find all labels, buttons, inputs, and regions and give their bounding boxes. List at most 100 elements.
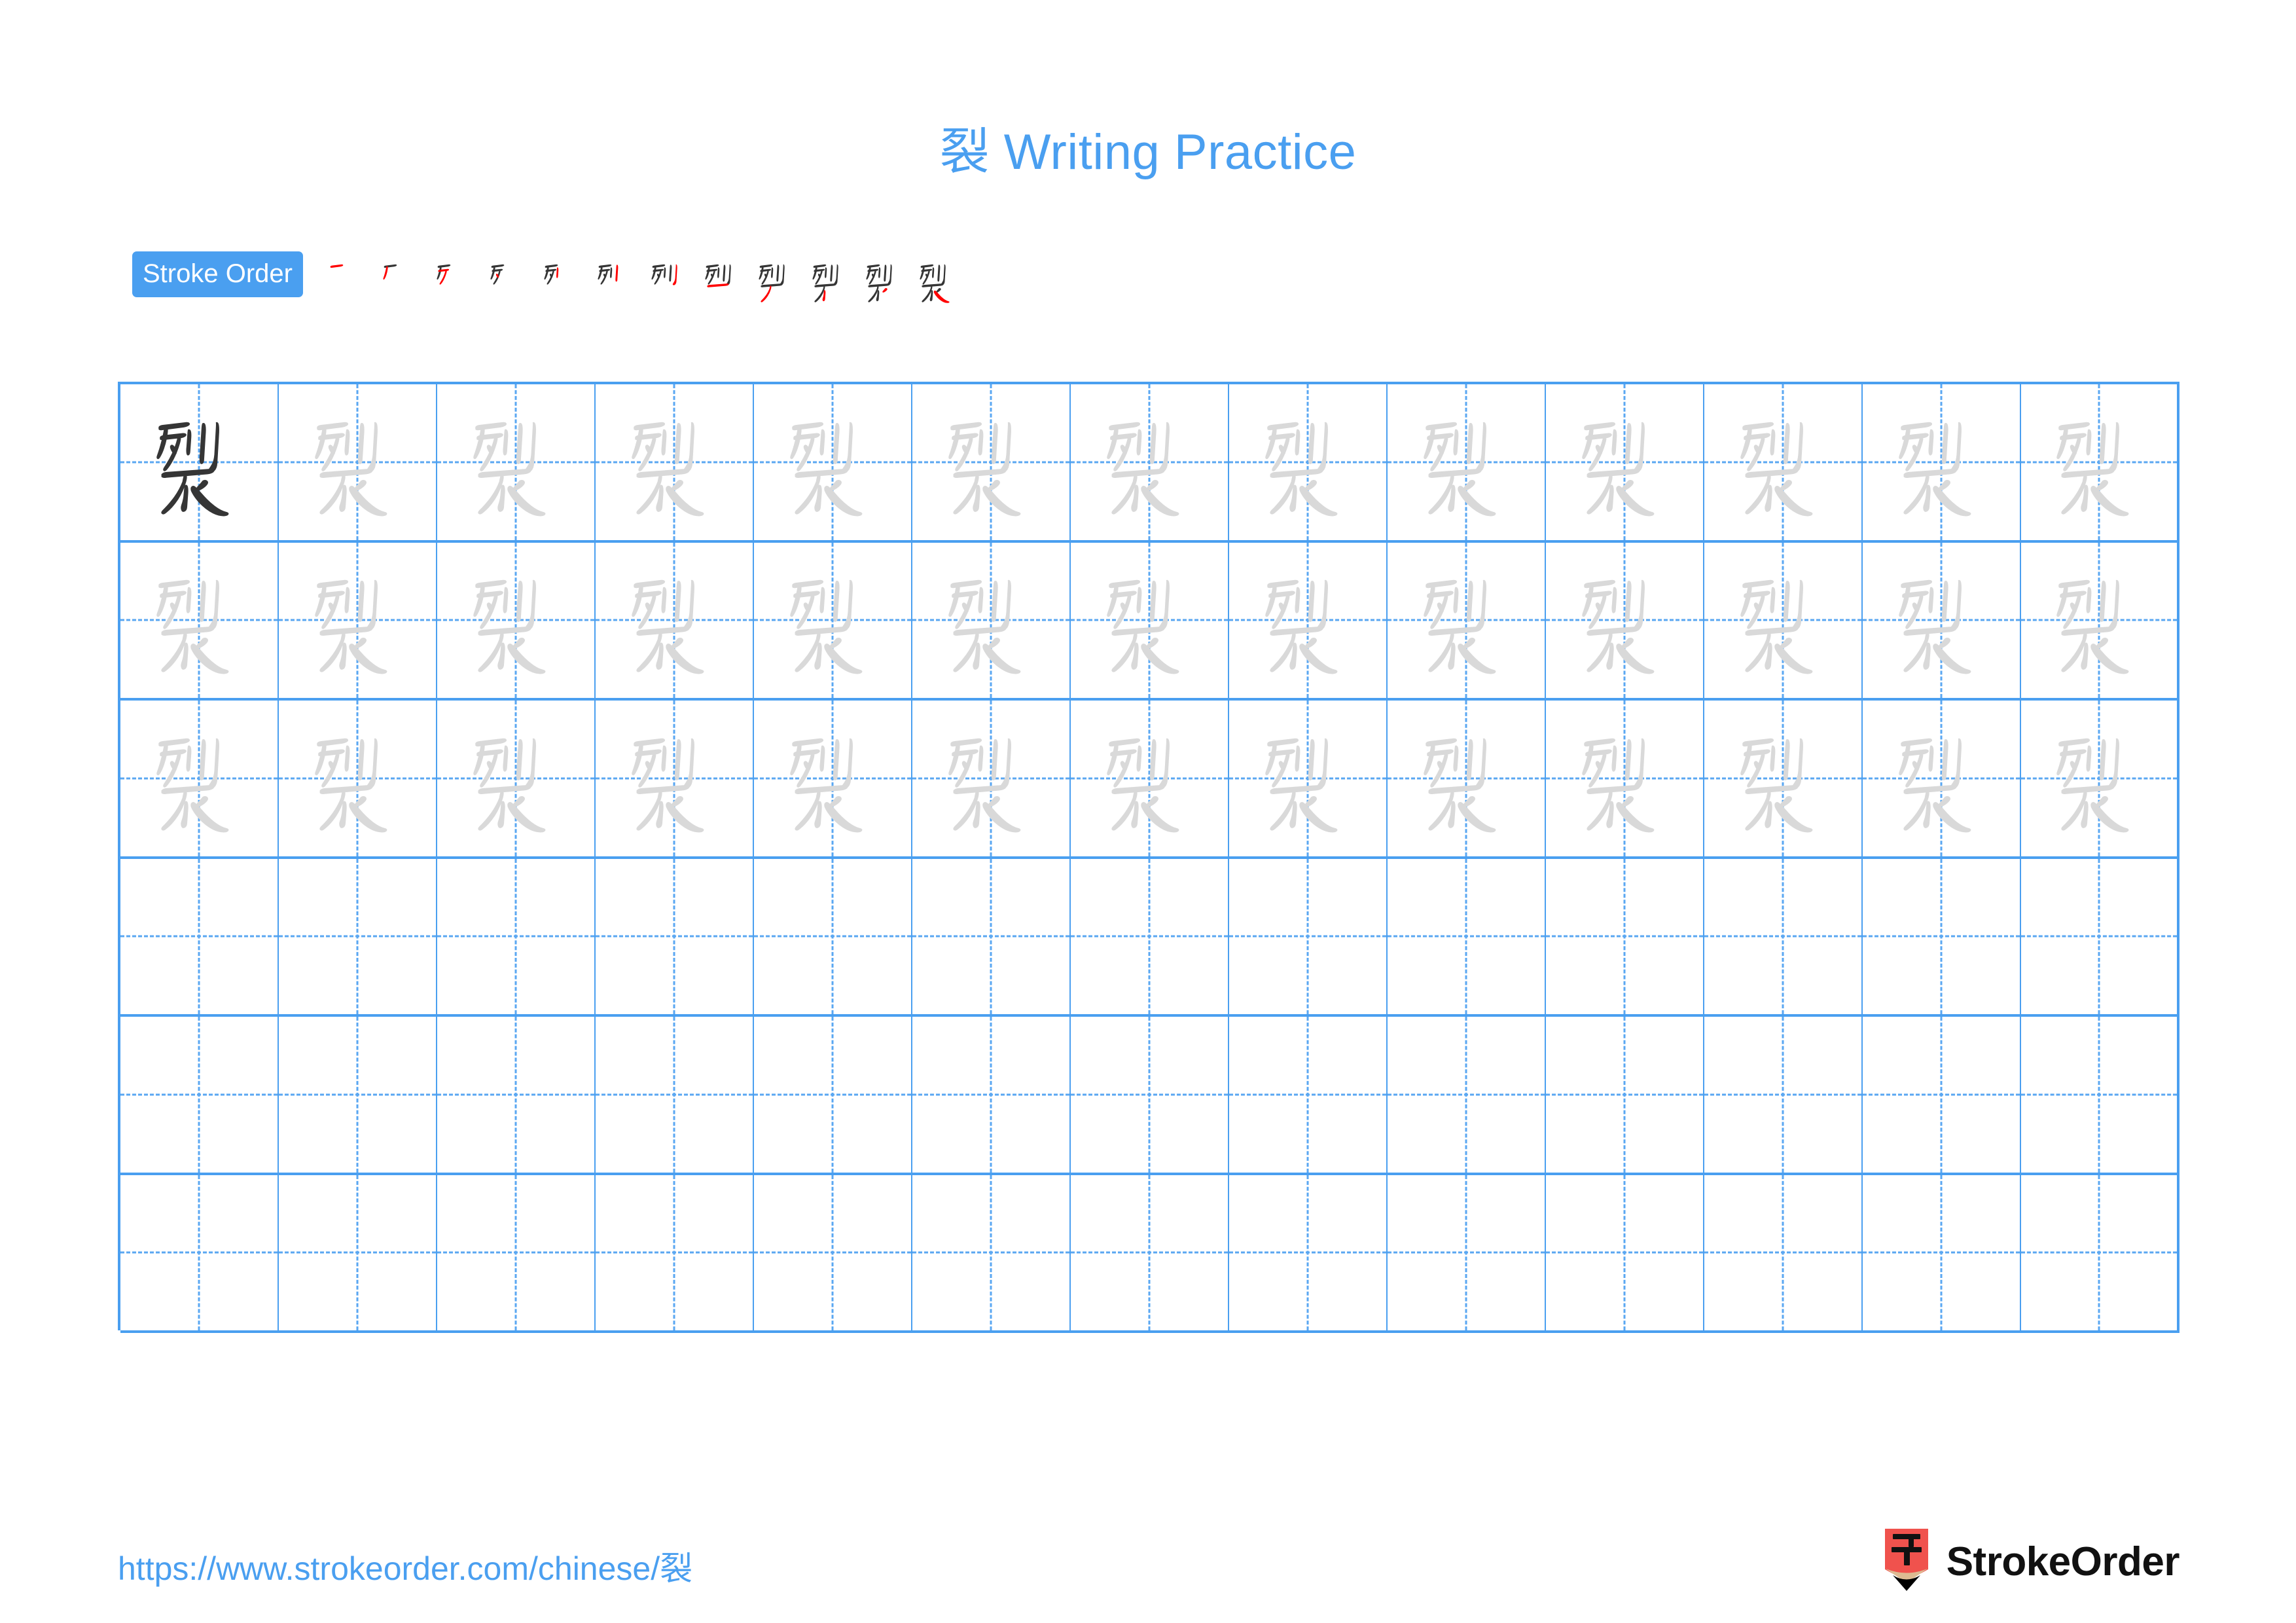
brand-name: StrokeOrder <box>1946 1539 2180 1584</box>
trace-character <box>1388 701 1545 856</box>
practice-grid-cell-trace[interactable] <box>2021 701 2179 856</box>
practice-grid-cell-trace[interactable] <box>1229 701 1388 856</box>
practice-grid-cell-empty[interactable] <box>1546 1017 1704 1173</box>
practice-grid-cell-empty[interactable] <box>1546 858 1704 1014</box>
footer-url[interactable]: https://www.strokeorder.com/chinese/裂 <box>118 1542 692 1590</box>
trace-character <box>279 701 436 856</box>
practice-grid-cell-empty[interactable] <box>596 858 754 1014</box>
practice-grid-cell-empty[interactable] <box>1071 1017 1229 1173</box>
practice-grid-cell-trace[interactable] <box>437 384 596 540</box>
practice-grid-cell-empty[interactable] <box>1863 1175 2021 1330</box>
practice-grid-cell-empty[interactable] <box>120 858 279 1014</box>
practice-grid-cell-trace[interactable] <box>1704 542 1863 699</box>
practice-grid-cell-empty[interactable] <box>754 1175 912 1330</box>
practice-grid-cell-dark[interactable] <box>120 384 279 540</box>
practice-grid-cell-empty[interactable] <box>596 1175 754 1330</box>
practice-grid-cell-trace[interactable] <box>912 542 1071 698</box>
stroke-step-9 <box>749 250 803 329</box>
stroke-step-4 <box>481 250 535 329</box>
practice-grid-cell-empty[interactable] <box>754 858 912 1014</box>
practice-grid-cell-empty[interactable] <box>912 1175 1071 1330</box>
practice-grid-cell-empty[interactable] <box>1704 858 1863 1014</box>
practice-grid-cell-empty[interactable] <box>437 858 596 1014</box>
practice-grid-cell-trace[interactable] <box>120 701 279 856</box>
practice-grid-cell-trace[interactable] <box>1388 384 1546 540</box>
practice-grid-row <box>120 1017 2179 1175</box>
practice-grid-cell-trace[interactable] <box>1546 384 1704 540</box>
trace-character <box>1704 543 1861 699</box>
practice-grid-cell-empty[interactable] <box>120 1175 279 1330</box>
practice-grid-cell-empty[interactable] <box>1388 858 1546 1014</box>
practice-grid-cell-empty[interactable] <box>1071 1175 1229 1330</box>
practice-grid-cell-trace[interactable] <box>754 701 912 856</box>
practice-grid-cell-trace[interactable] <box>1229 542 1388 699</box>
practice-grid-cell-trace[interactable] <box>1863 542 2021 699</box>
trace-character <box>1704 701 1861 856</box>
trace-character <box>754 543 911 699</box>
practice-grid-cell-empty[interactable] <box>279 858 437 1014</box>
practice-grid-cell-trace[interactable] <box>1388 701 1546 856</box>
stroke-order-section: Stroke Order <box>132 250 2181 335</box>
practice-grid-cell-empty[interactable] <box>1229 1175 1388 1330</box>
practice-grid-cell-trace[interactable] <box>2021 384 2179 540</box>
practice-grid-cell-trace[interactable] <box>1704 384 1863 540</box>
stroke-step-3 <box>427 250 481 329</box>
practice-grid-cell-empty[interactable] <box>1704 1175 1863 1330</box>
practice-grid-cell-trace[interactable] <box>912 701 1071 856</box>
practice-grid-cell-empty[interactable] <box>1546 1175 1704 1330</box>
practice-grid-cell-trace[interactable] <box>279 701 437 856</box>
practice-grid-cell-trace[interactable] <box>1863 384 2021 540</box>
practice-grid-cell-trace[interactable] <box>1229 384 1388 540</box>
practice-grid-cell-empty[interactable] <box>754 1017 912 1173</box>
stroke-step-8 <box>696 250 749 329</box>
practice-grid-cell-trace[interactable] <box>437 542 596 698</box>
practice-grid-cell-empty[interactable] <box>912 1017 1071 1173</box>
trace-character <box>2021 384 2177 540</box>
practice-grid-cell-empty[interactable] <box>1229 858 1388 1014</box>
practice-grid-cell-trace[interactable] <box>1071 542 1229 698</box>
practice-grid-cell-trace[interactable] <box>1704 701 1863 856</box>
practice-grid-cell-empty[interactable] <box>1863 858 2021 1014</box>
trace-character <box>1863 543 2020 699</box>
practice-grid-cell-empty[interactable] <box>1229 1017 1388 1173</box>
practice-grid-cell-trace[interactable] <box>1071 384 1229 540</box>
practice-grid-cell-trace[interactable] <box>912 384 1071 540</box>
practice-grid-cell-empty[interactable] <box>279 1175 437 1330</box>
practice-grid-cell-empty[interactable] <box>912 858 1071 1014</box>
practice-grid-cell-trace[interactable] <box>120 542 279 698</box>
practice-grid-cell-trace[interactable] <box>596 384 754 540</box>
trace-character <box>1229 543 1386 699</box>
practice-grid-cell-trace[interactable] <box>2021 542 2179 698</box>
practice-grid-cell-empty[interactable] <box>1071 858 1229 1014</box>
practice-grid-cell-trace[interactable] <box>279 542 437 698</box>
practice-grid-cell-trace[interactable] <box>1071 701 1229 856</box>
practice-grid-cell-empty[interactable] <box>437 1175 596 1330</box>
practice-grid-cell-empty[interactable] <box>120 1017 279 1173</box>
practice-grid-cell-empty[interactable] <box>2021 1017 2179 1173</box>
practice-grid-cell-empty[interactable] <box>437 1017 596 1173</box>
practice-grid-cell-trace[interactable] <box>1546 701 1704 856</box>
practice-grid-cell-trace[interactable] <box>596 701 754 856</box>
practice-grid-cell-trace[interactable] <box>437 701 596 856</box>
trace-character <box>1546 384 1703 540</box>
practice-grid-cell-empty[interactable] <box>279 1017 437 1173</box>
practice-grid-cell-trace[interactable] <box>1388 542 1546 698</box>
practice-grid-cell-empty[interactable] <box>2021 1175 2179 1330</box>
practice-grid-row <box>120 701 2179 859</box>
practice-grid-cell-trace[interactable] <box>754 542 912 699</box>
practice-grid-cell-trace[interactable] <box>596 542 754 698</box>
practice-grid-cell-empty[interactable] <box>596 1017 754 1173</box>
model-character <box>120 384 278 540</box>
trace-character <box>437 701 594 856</box>
brand-logo[interactable]: StrokeOrder <box>1881 1525 2180 1597</box>
practice-grid-cell-trace[interactable] <box>279 384 437 540</box>
practice-grid-cell-trace[interactable] <box>754 384 912 540</box>
trace-character <box>1546 543 1703 699</box>
practice-grid-cell-trace[interactable] <box>1863 701 2021 856</box>
practice-grid-cell-empty[interactable] <box>1388 1017 1546 1173</box>
practice-grid-cell-empty[interactable] <box>1863 1017 2021 1173</box>
practice-grid-cell-empty[interactable] <box>1704 1017 1863 1173</box>
practice-grid-cell-trace[interactable] <box>1546 542 1704 699</box>
practice-grid-cell-empty[interactable] <box>1388 1175 1546 1330</box>
practice-grid-cell-empty[interactable] <box>2021 858 2179 1014</box>
